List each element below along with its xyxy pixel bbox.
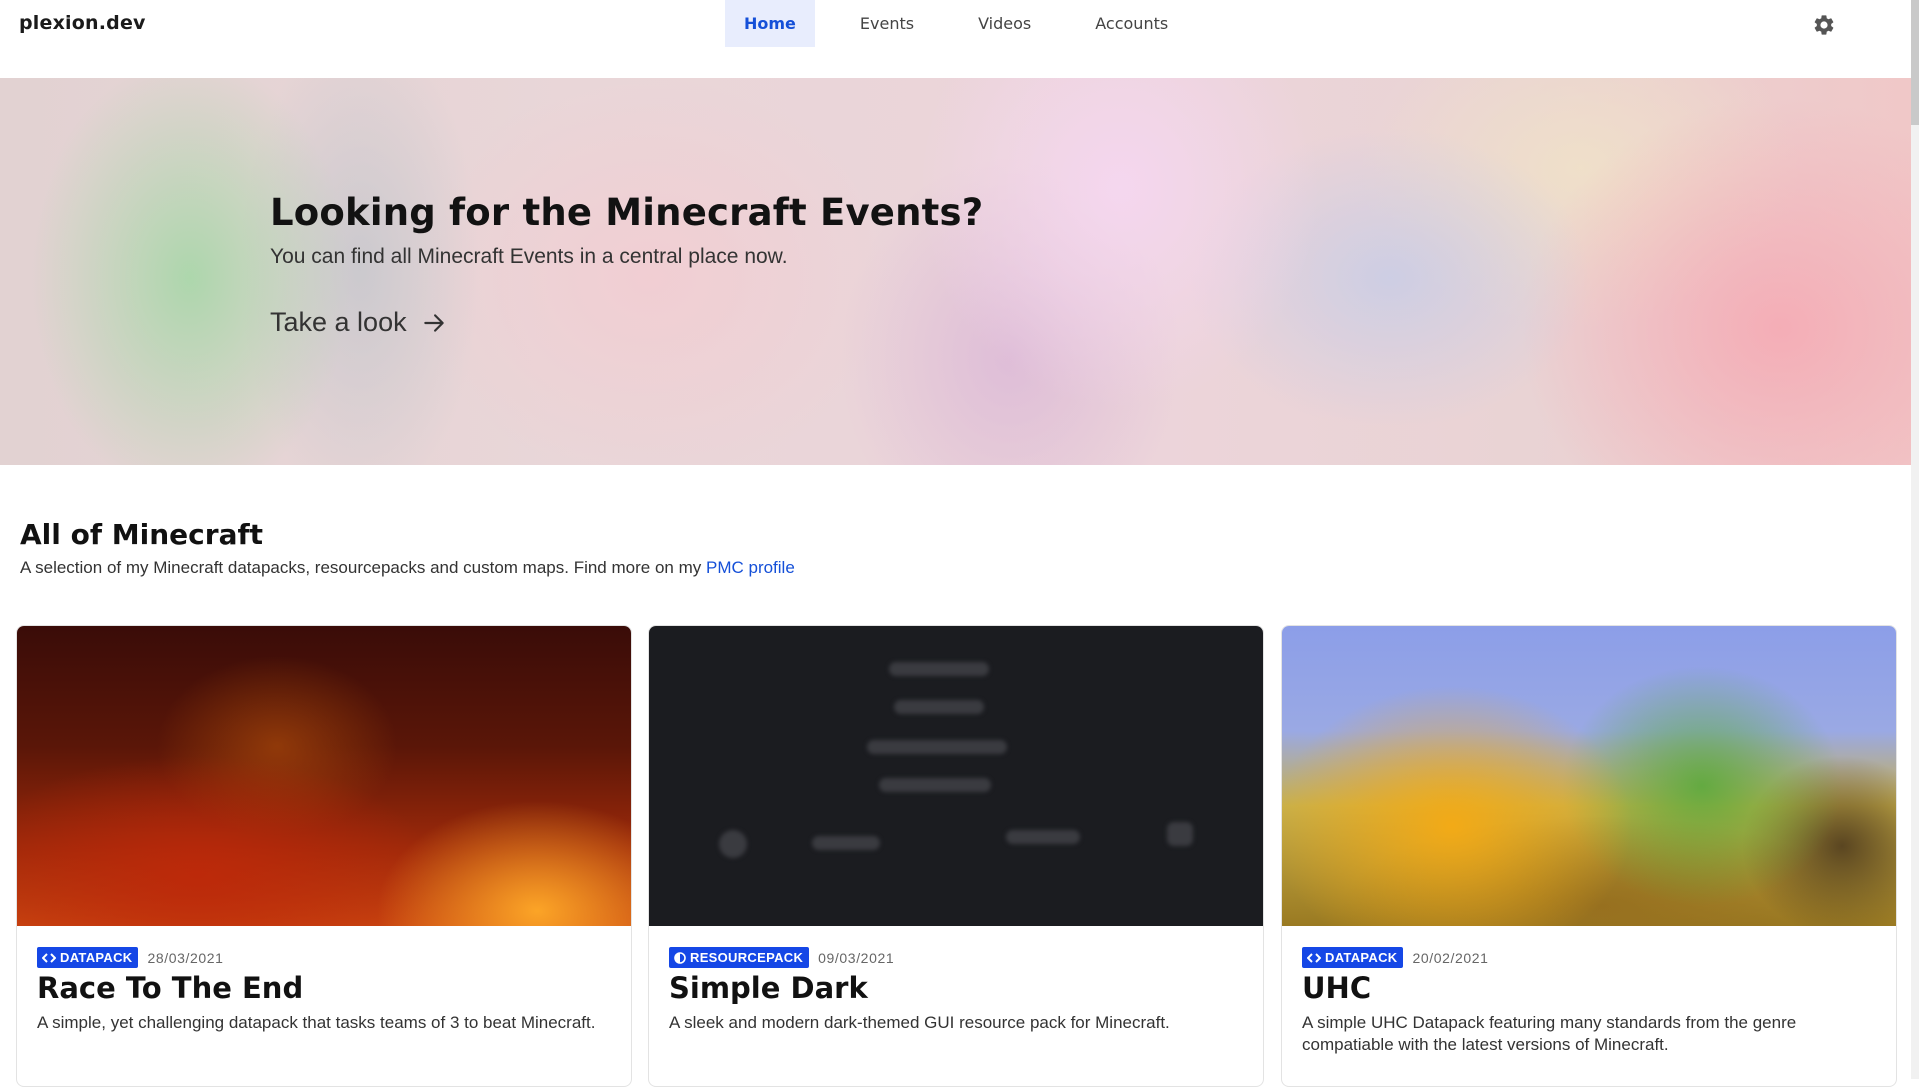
card-title: UHC: [1302, 971, 1372, 1005]
scrollbar-thumb[interactable]: [1911, 0, 1919, 125]
project-card[interactable]: DATAPACK 28/03/2021 Race To The End A si…: [16, 625, 632, 1087]
type-badge-label: DATAPACK: [1325, 950, 1398, 965]
card-date: 20/02/2021: [1412, 949, 1489, 966]
hero-subtitle: You can find all Minecraft Events in a c…: [270, 245, 788, 268]
card-title: Simple Dark: [669, 971, 868, 1005]
card-meta: DATAPACK 20/02/2021: [1302, 947, 1489, 968]
scrollbar-track[interactable]: [1911, 0, 1919, 1079]
hero-cta-link[interactable]: Take a look: [270, 307, 447, 338]
card-description: A simple, yet challenging datapack that …: [37, 1013, 596, 1032]
card-meta: RESOURCEPACK 09/03/2021: [669, 947, 894, 968]
card-date: 28/03/2021: [147, 949, 224, 966]
nav-item-home[interactable]: Home: [725, 0, 815, 47]
code-icon: [1307, 952, 1321, 963]
project-card[interactable]: RESOURCEPACK 09/03/2021 Simple Dark A sl…: [648, 625, 1264, 1087]
section-title: All of Minecraft: [20, 518, 264, 551]
type-badge: DATAPACK: [37, 947, 139, 968]
arrow-right-icon: [423, 313, 444, 332]
type-badge-label: DATAPACK: [60, 950, 133, 965]
type-badge: RESOURCEPACK: [669, 947, 810, 968]
card-meta: DATAPACK 28/03/2021: [37, 947, 224, 968]
code-icon: [42, 952, 56, 963]
card-date: 09/03/2021: [818, 949, 895, 966]
gear-icon[interactable]: [1812, 13, 1836, 37]
type-badge: DATAPACK: [1302, 947, 1404, 968]
card-title: Race To The End: [37, 971, 304, 1005]
nav-item-videos[interactable]: Videos: [959, 0, 1050, 47]
nav-item-events[interactable]: Events: [841, 0, 933, 47]
card-description: A sleek and modern dark-themed GUI resou…: [669, 1013, 1170, 1032]
contrast-icon: [674, 951, 686, 964]
pmc-profile-link[interactable]: PMC profile: [706, 558, 795, 577]
hero-title: Looking for the Minecraft Events?: [270, 191, 984, 234]
type-badge-label: RESOURCEPACK: [690, 950, 804, 965]
main-nav: Home Events Videos Accounts: [725, 0, 1213, 47]
card-thumbnail: [1282, 626, 1896, 926]
section-description: A selection of my Minecraft datapacks, r…: [20, 558, 795, 578]
project-card[interactable]: DATAPACK 20/02/2021 UHC A simple UHC Dat…: [1281, 625, 1897, 1087]
card-thumbnail: [17, 626, 631, 926]
top-bar: plexion.dev Home Events Videos Accounts: [0, 0, 1911, 78]
hero-banner: Looking for the Minecraft Events? You ca…: [0, 78, 1911, 465]
section-description-text: A selection of my Minecraft datapacks, r…: [20, 558, 702, 577]
card-thumbnail: [649, 626, 1263, 926]
site-logo[interactable]: plexion.dev: [19, 12, 146, 34]
hero-cta-label: Take a look: [270, 307, 407, 337]
card-description: A simple UHC Datapack featuring many sta…: [1302, 1013, 1797, 1054]
nav-item-accounts[interactable]: Accounts: [1076, 0, 1187, 47]
